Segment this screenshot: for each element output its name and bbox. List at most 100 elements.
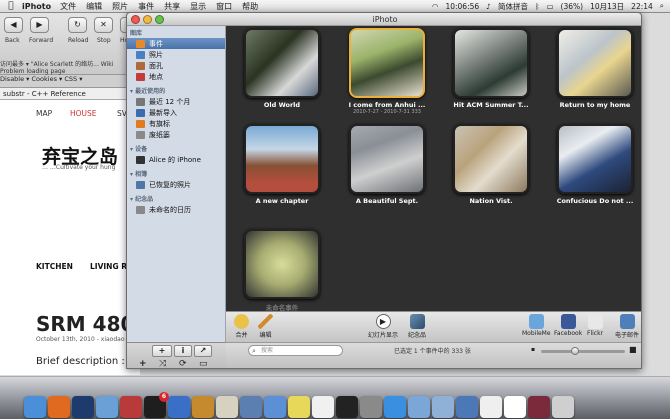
xcode-icon[interactable] [264,396,286,418]
info-button[interactable]: i [174,345,192,357]
bookmarks-bar[interactable]: 访问最多 ▾ "Alice Scarlett 的络坊... Wiki [0,59,140,68]
web-developer-toolbar[interactable]: Disable ▾ Cookies ▾ CSS ▾ [0,75,140,88]
event-thumbnail[interactable] [557,124,633,194]
event-tile[interactable]: A Beautiful Sept. [343,124,431,205]
source-item[interactable]: 最近 12 个月 [127,96,225,107]
browser-tab[interactable]: substr - C++ Reference [0,88,140,100]
source-item[interactable]: 照片 [127,49,225,60]
slideshow-button[interactable]: ▶ 幻灯片显示 [368,314,398,339]
add-button[interactable]: + [152,345,172,357]
create-icon[interactable]: + [139,359,147,368]
source-section-header[interactable]: ▾ 设备 [130,144,147,153]
photo-booth-icon[interactable] [120,396,142,418]
edit-button[interactable]: 编辑 [258,314,273,339]
event-tile[interactable]: Nation Vist. [447,124,535,205]
source-section-header[interactable]: ▾ 纪念品 [130,194,153,203]
menu-share[interactable]: 共享 [164,1,180,12]
menu-edit[interactable]: 编辑 [86,1,102,12]
event-name[interactable]: A new chapter [238,197,326,205]
menu-view[interactable]: 显示 [190,1,206,12]
category-living-room[interactable]: LIVING R [90,262,127,271]
event-name[interactable]: I come from Anhui ... [343,101,431,109]
source-item[interactable]: Alice 的 iPhone [127,154,225,165]
input-method-menu[interactable]: 简体拼音 [498,1,528,12]
trash-icon[interactable] [552,396,574,418]
source-item[interactable]: 事件 [127,38,225,49]
window-thumbnail-icon[interactable] [504,396,526,418]
stop-button[interactable]: ✕ [94,17,113,33]
folder-icon[interactable] [432,396,454,418]
menu-events[interactable]: 事件 [138,1,154,12]
share-mobileme-button[interactable]: MobileMe [522,314,551,337]
wifi-icon[interactable]: ◠ [432,2,439,11]
document-icon[interactable] [480,396,502,418]
menu-file[interactable]: 文件 [60,1,76,12]
safari-icon[interactable] [384,396,406,418]
site-nav-map[interactable]: MAP [36,109,52,118]
source-item[interactable]: 最新导入 [127,107,225,118]
menu-window[interactable]: 窗口 [216,1,232,12]
share-flickr-button[interactable]: Flickr [587,314,603,337]
dev-toolbar-items[interactable]: Disable ▾ Cookies ▾ CSS ▾ [0,75,82,83]
downloads-icon[interactable] [456,396,478,418]
merge-button[interactable]: 合并 [234,314,249,339]
site-nav-house[interactable]: HOUSE [70,109,97,118]
guitar-icon[interactable] [192,396,214,418]
back-button[interactable]: ◀ [4,17,23,33]
iphoto-icon[interactable] [96,396,118,418]
source-item[interactable]: 面孔 [127,60,225,71]
preview-icon[interactable] [240,396,262,418]
fullscreen-button[interactable]: ↗ [194,345,212,357]
zoom-window-icon[interactable] [155,15,164,24]
event-thumbnail[interactable] [453,124,529,194]
zoom-slider-knob[interactable] [571,347,580,355]
event-name[interactable]: Return to my home [551,101,639,109]
event-thumbnail[interactable] [244,229,320,299]
source-item[interactable]: 未命名的日历 [127,204,225,215]
event-thumbnail[interactable] [453,28,529,98]
textedit-icon[interactable] [312,396,334,418]
event-name[interactable]: A Beautiful Sept. [343,197,431,205]
event-thumbnail[interactable] [244,124,320,194]
event-thumbnail[interactable] [557,28,633,98]
event-tile[interactable]: 未命名事件 [238,229,326,312]
event-thumbnail[interactable] [349,124,425,194]
source-item[interactable]: 已恢复的照片 [127,179,225,190]
source-section-header[interactable]: 图库 [130,28,142,37]
share-facebook-button[interactable]: Facebook [554,314,582,337]
keepsakes-button[interactable]: 纪念品 [408,314,426,339]
mail-icon[interactable] [408,396,430,418]
event-name[interactable]: Confucious Do not ... [551,197,639,205]
shuffle-icon[interactable]: ⤨ [159,359,166,368]
reload-button[interactable]: ↻ [68,17,87,33]
source-item[interactable]: 地点 [127,71,225,82]
event-name[interactable]: Nation Vist. [447,197,535,205]
system-preferences-icon[interactable] [360,396,382,418]
wine-icon[interactable] [216,396,238,418]
repeat-icon[interactable]: ⟳ [179,359,187,368]
source-item[interactable]: 废纸篓 [127,129,225,140]
battery-icon[interactable]: ▭ [546,2,553,11]
stickies-icon[interactable] [288,396,310,418]
event-thumbnail[interactable] [349,28,425,98]
source-section-header[interactable]: ▾ 相簿 [130,169,147,178]
qq-icon[interactable]: 6 [144,392,169,418]
menu-help[interactable]: 帮助 [242,1,258,12]
bluetooth-icon[interactable]: ᛒ [535,2,540,11]
finder-icon[interactable] [24,396,46,418]
forward-button[interactable]: ▶ [30,17,49,33]
event-name[interactable]: Hit ACM Summer T... [447,101,535,109]
share-email-button[interactable]: 电子邮件 [615,314,639,339]
menu-photos[interactable]: 照片 [112,1,128,12]
minimize-window-icon[interactable] [143,15,152,24]
image-thumbnail-icon[interactable] [528,396,550,418]
event-tile[interactable]: Old World [238,28,326,109]
category-kitchen[interactable]: KITCHEN [36,262,73,271]
spotlight-icon[interactable]: ⌕ [660,1,664,11]
source-section-header[interactable]: ▾ 最近使用的 [130,86,165,95]
terminal-icon[interactable] [336,396,358,418]
photoshop-icon[interactable] [72,396,94,418]
post-title[interactable]: SRM 480 [36,312,134,336]
close-window-icon[interactable] [131,15,140,24]
event-tile[interactable]: I come from Anhui ... 2010-7-27 - 2010-7-… [343,28,431,115]
